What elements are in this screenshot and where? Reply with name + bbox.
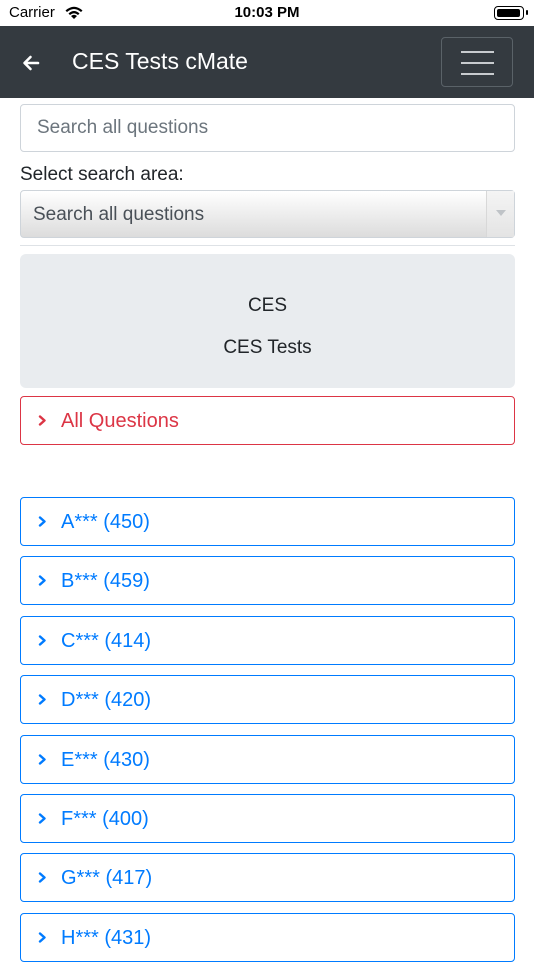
chevron-right-icon (38, 872, 46, 883)
all-questions-label: All Questions (61, 410, 179, 432)
battery-icon (494, 6, 528, 20)
card-subject: CES (247, 295, 288, 316)
info-card: CES CES Tests (20, 254, 515, 388)
menu-toggle-button[interactable] (441, 37, 513, 87)
chevron-right-icon (38, 516, 46, 527)
all-questions-button[interactable]: All Questions (20, 396, 515, 445)
category-label: G*** (417) (61, 867, 153, 889)
chevron-right-icon (38, 575, 46, 586)
chevron-right-icon (38, 754, 46, 765)
clock: 10:03 PM (234, 4, 300, 21)
chevron-right-icon (38, 932, 46, 943)
hamburger-icon (461, 51, 494, 53)
category-label: B*** (459) (61, 570, 150, 592)
category-item[interactable]: B*** (459) (20, 556, 515, 605)
category-item[interactable]: G*** (417) (20, 853, 515, 902)
chevron-right-icon (38, 813, 46, 824)
category-item[interactable]: D*** (420) (20, 675, 515, 724)
search-area-value: Search all questions (33, 204, 205, 225)
search-area-label: Select search area: (20, 164, 184, 185)
status-bar: Carrier 10:03 PM (0, 0, 534, 26)
category-item[interactable]: A*** (450) (20, 497, 515, 546)
page-title: CES Tests cMate (72, 48, 248, 74)
category-label: H*** (431) (61, 927, 152, 949)
category-label: A*** (450) (61, 511, 150, 533)
category-label: F*** (400) (61, 808, 149, 830)
back-arrow-icon[interactable] (16, 48, 46, 78)
category-item[interactable]: H*** (431) (20, 913, 515, 962)
category-label: E*** (430) (61, 749, 150, 771)
category-label: D*** (420) (61, 689, 152, 711)
category-item[interactable]: E*** (430) (20, 735, 515, 784)
chevron-right-icon (38, 635, 46, 646)
card-title: CES Tests (223, 337, 312, 358)
category-item[interactable]: F*** (400) (20, 794, 515, 843)
dropdown-arrow-icon (486, 191, 514, 237)
search-area-select[interactable]: Search all questions (20, 190, 515, 238)
chevron-right-icon (38, 694, 46, 705)
search-input[interactable] (20, 104, 515, 152)
chevron-right-icon (38, 415, 46, 426)
divider (20, 245, 515, 246)
navbar: CES Tests cMate (0, 26, 534, 98)
category-label: C*** (414) (61, 630, 152, 652)
category-item[interactable]: C*** (414) (20, 616, 515, 665)
